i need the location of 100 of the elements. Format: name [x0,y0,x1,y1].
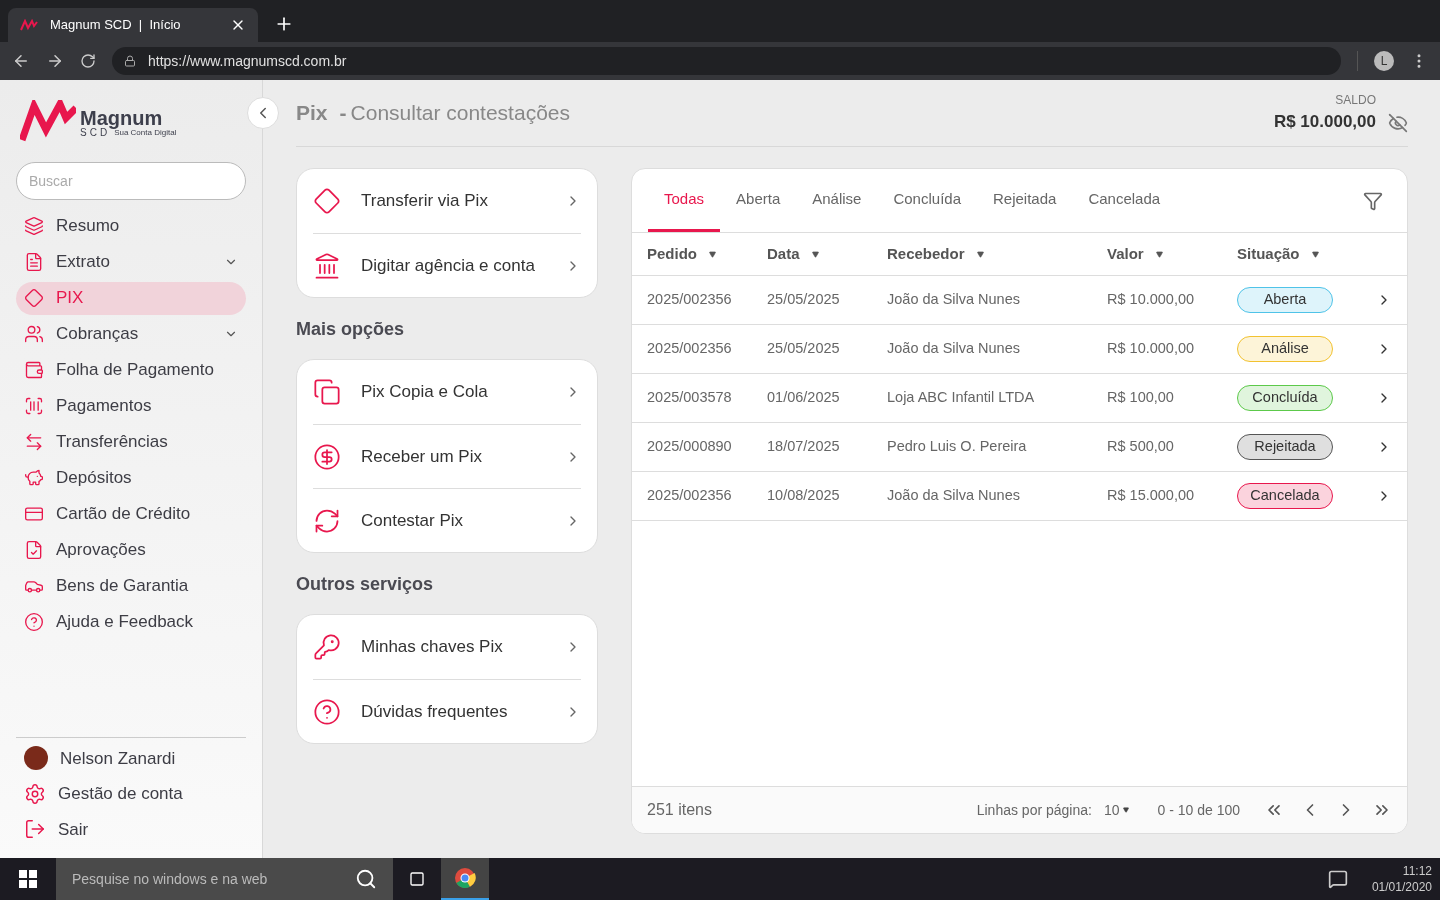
rows-per-page-label: Linhas por página: [976,800,1092,820]
table-row[interactable]: 2025/003578 01/06/2025 Loja ABC Infantil LTDA R$ 100,00 Concluída [632,374,1407,423]
sidebar-item[interactable]: Cobranças [16,317,246,351]
table-cell-text: 2025/002356 [647,290,733,310]
title-separator: - [339,100,347,127]
status-badge: Cancelada [1237,483,1333,509]
item-count: 251 itens [647,800,713,820]
column-header[interactable]: Valor [1107,242,1237,266]
table-cell-text: R$ 10.000,00 [1107,339,1196,359]
rows-per-page-select[interactable]: 10 [1103,799,1130,821]
reload-icon[interactable] [80,53,96,69]
logo-name: Magnum [80,108,164,128]
table-cell-text: 10/08/2025 [767,486,841,506]
status-badge: Análise [1237,336,1333,362]
table-cell-text: 2025/002356 [647,339,733,359]
column-header[interactable]: Situação [1237,242,1367,266]
column-header[interactable]: Pedido [647,242,767,266]
status-badge: Concluída [1237,385,1333,411]
tab-title: Magnum SCD | Início [50,16,182,35]
table-row[interactable]: 2025/002356 25/05/2025 João da Silva Nunes R$ 10.000,00 Aberta [632,276,1407,325]
group-title: Outros serviços [296,573,435,596]
table-row[interactable]: 2025/000890 18/07/2025 Pedro Luis O. Pereira R$ 500,00 Rejeitada [632,423,1407,472]
browser-tab[interactable]: Magnum SCD | Início [8,8,258,42]
menu-item[interactable]: Minhas chaves Pix [313,615,581,679]
table-cell-text: R$ 100,00 [1107,388,1175,408]
table-cell-text: Pedro Luis O. Pereira [887,437,1028,457]
users-icon [24,324,44,344]
filter-tab[interactable]: Aberta [720,169,797,232]
taskbar-search[interactable]: Pesquise no windows e na web [56,858,393,900]
filter-tab[interactable]: Cancelada [1072,169,1177,232]
menu-item[interactable]: Pix Copia e Cola [313,360,581,424]
sort-caret-icon [976,250,984,258]
sort-caret-icon [1155,250,1163,258]
filter-tab[interactable]: Análise [796,169,878,232]
sidebar-item[interactable]: Pagamentos [16,389,246,423]
menu-item[interactable]: Dúvidas frequentes [313,679,581,743]
menu-item[interactable]: Digitar agência e conta [313,233,581,297]
address-bar[interactable]: https://www.magnumscd.com.br [112,47,1341,75]
menu-item[interactable]: Contestar Pix [313,488,581,552]
logout-icon [24,818,46,841]
sidebar-item[interactable]: Aprovações [16,533,246,567]
chrome-taskbar-button[interactable] [441,858,489,900]
sort-caret-icon [1311,250,1319,258]
sort-caret-icon [709,250,716,258]
sidebar-item[interactable]: Extrato [16,245,246,279]
sidebar-item[interactable]: Resumo [16,209,246,243]
page-title: Consultar contestações [350,100,570,127]
table-cell-text: 25/05/2025 [767,339,841,359]
section-title: Pix [296,100,328,127]
forward-icon[interactable] [46,52,64,70]
settings-icon [24,782,46,805]
sidebar-item[interactable]: Transferências [16,425,246,459]
column-header[interactable]: Recebedor [887,242,1107,266]
menu-item[interactable]: Transferir via Pix [313,169,581,233]
sidebar-item[interactable]: Bens de Garantia [16,569,246,603]
back-icon[interactable] [12,52,30,70]
filter-tab[interactable]: Todas [648,169,721,232]
profile-avatar[interactable]: L [1374,51,1394,71]
balance-value: R$ 10.000,00 [1273,111,1376,134]
filter-icon[interactable] [1363,190,1383,211]
filter-tab[interactable]: Concluída [877,169,977,232]
account-link[interactable]: Gestão de conta [16,781,246,807]
search-field[interactable]: Buscar [16,162,246,200]
logo-mark-icon [20,100,76,142]
file-check-icon [24,540,44,560]
search-icon [355,868,377,890]
clock-time: 11:12 [1402,863,1432,879]
caret-icon [1123,807,1130,813]
table-row[interactable]: 2025/002356 25/05/2025 João da Silva Nunes R$ 10.000,00 Análise [632,325,1407,374]
table-cell-text: R$ 15.000,00 [1107,486,1196,506]
sidebar-item[interactable]: Depósitos [16,461,246,495]
barcode-icon [24,396,44,416]
sidebar-item[interactable]: Ajuda e Feedback [16,605,246,639]
diamond-icon [313,187,341,215]
logo-sub: SCD [80,128,111,138]
sidebar-item[interactable]: Cartão de Crédito [16,497,246,531]
windows-start-icon[interactable] [19,870,37,888]
copy-icon [313,378,341,406]
table-cell-text: 2025/000890 [647,437,733,457]
menu-item[interactable]: Receber um Pix [313,424,581,488]
task-view-icon[interactable] [409,871,425,887]
sort-caret-icon [811,250,819,258]
column-header[interactable]: Data [767,242,887,266]
notifications-icon[interactable] [1327,869,1348,889]
table-cell-text: 2025/002356 [647,486,733,506]
document-icon [24,252,44,272]
table-cell-text: 18/07/2025 [767,437,841,457]
hide-balance-icon[interactable] [1388,112,1408,133]
table-cell-text: 25/05/2025 [767,290,841,310]
user-avatar [24,746,48,771]
table-row[interactable]: 2025/002356 10/08/2025 João da Silva Nunes R$ 15.000,00 Cancelada [632,472,1407,521]
group-title: Mais opções [296,318,406,341]
logo-icon [20,19,38,31]
lock-icon [124,55,136,67]
user-name: Nelson Zanardi [60,747,176,770]
sidebar-item[interactable]: Folha de Pagamento [16,353,246,387]
browser-icon [454,867,476,889]
filter-tab[interactable]: Rejeitada [977,169,1073,232]
logout-link[interactable]: Sair [16,816,246,842]
page-range: 0 - 10 de 100 [1157,800,1240,820]
